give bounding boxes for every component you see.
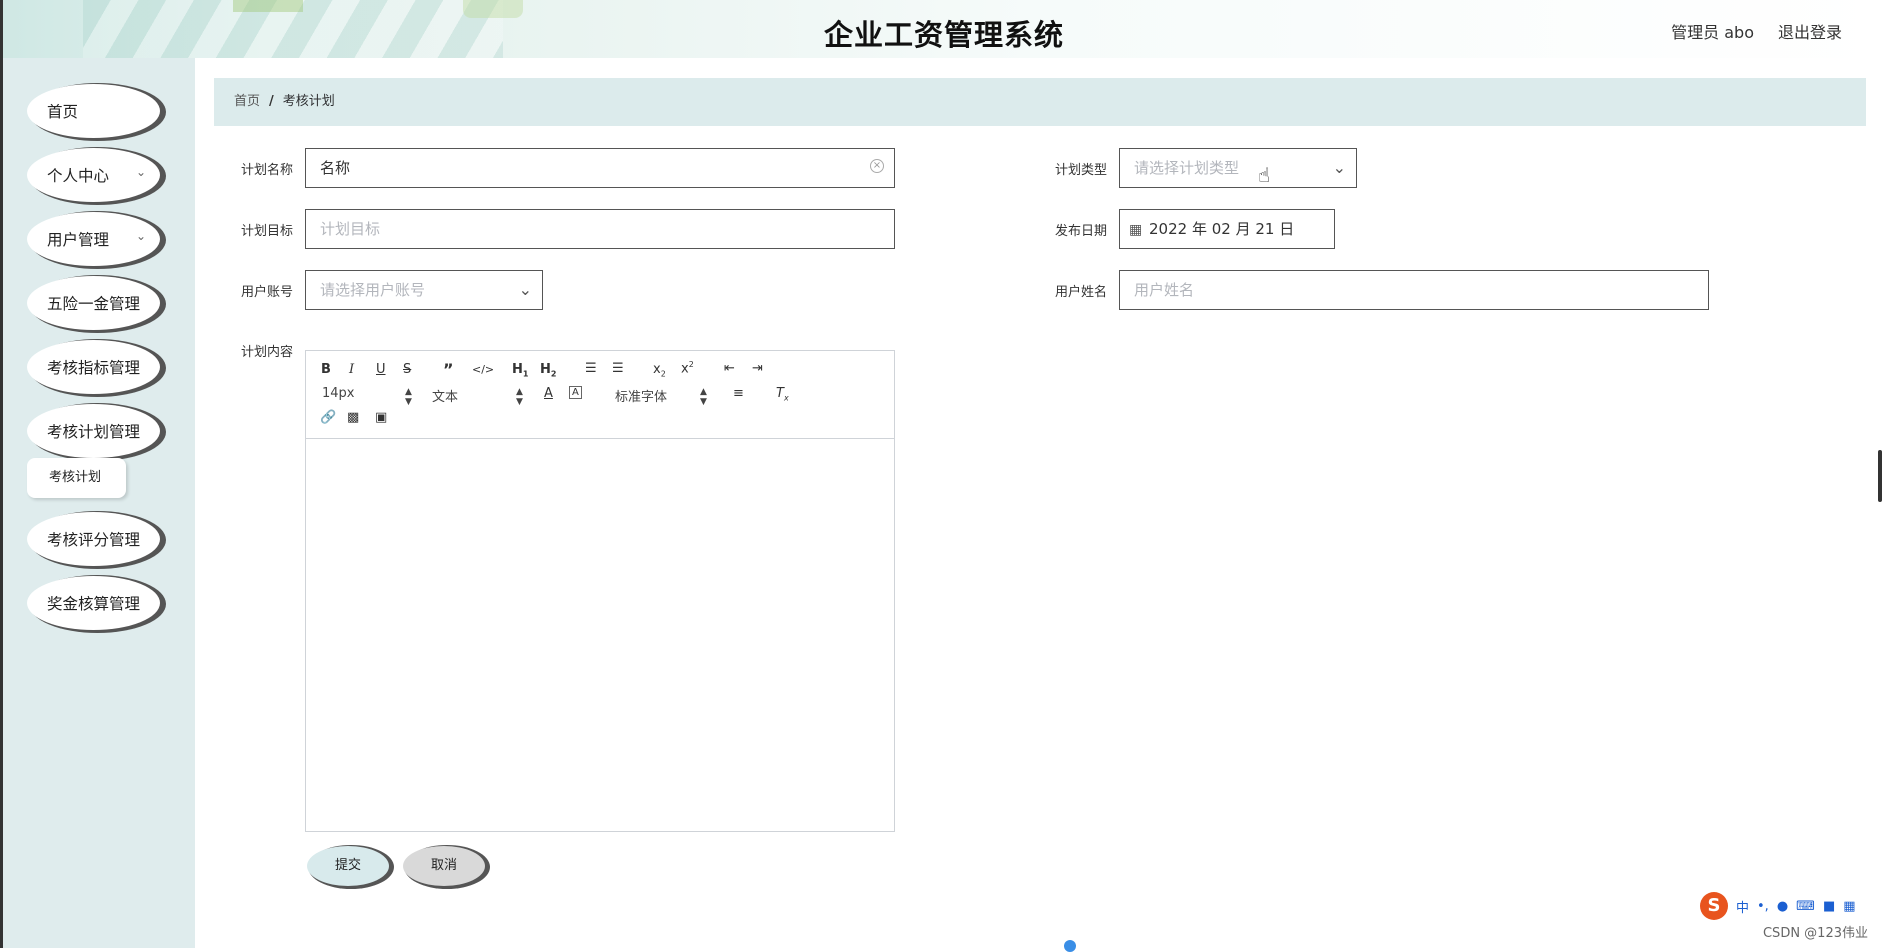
microphone-icon[interactable]: ●	[1777, 899, 1788, 914]
breadcrumb-current: 考核计划	[282, 94, 335, 109]
sidebar-item-assessment-indicators[interactable]: 考核指标管理	[27, 340, 160, 394]
sidebar-item-label: 奖金核算管理	[47, 595, 141, 613]
admin-username: 管理员 abo	[1671, 23, 1754, 42]
outdent-icon[interactable]: ⇤	[724, 361, 735, 376]
strikethrough-icon[interactable]: S	[403, 362, 411, 377]
clear-format-icon[interactable]: Tx	[776, 386, 789, 403]
user-name-label: 用户姓名	[1054, 285, 1107, 300]
heading2-icon[interactable]: H2	[540, 362, 556, 379]
cancel-button[interactable]: 取消	[403, 846, 485, 886]
header-select-value: 文本	[432, 390, 459, 405]
scrollbar-handle[interactable]	[1878, 450, 1882, 502]
plan-goal-label: 计划目标	[240, 224, 293, 239]
font-family-value: 标准字体	[615, 390, 668, 405]
link-icon[interactable]: 🔗	[320, 410, 336, 425]
submit-button[interactable]: 提交	[307, 846, 389, 886]
plan-type-label: 计划类型	[1054, 163, 1107, 178]
header-decoration	[233, 0, 303, 12]
sidebar-item-personal-center[interactable]: 个人中心 ⌄	[27, 148, 160, 202]
sidebar-item-label: 考核计划管理	[47, 423, 141, 441]
chevron-down-icon: ⌄	[518, 280, 532, 299]
sidebar-item-user-management[interactable]: 用户管理 ⌄	[27, 212, 160, 266]
bullet-list-icon[interactable]: ☰	[612, 361, 624, 376]
sidebar-item-assessment-scoring[interactable]: 考核评分管理	[27, 512, 160, 566]
breadcrumb-home[interactable]: 首页	[234, 94, 260, 109]
plan-type-placeholder: 请选择计划类型	[1134, 159, 1240, 177]
background-color-icon[interactable]: A	[569, 386, 582, 399]
sidebar-item-assessment-plan-management[interactable]: 考核计划管理	[27, 404, 160, 458]
chevron-down-icon: ⌄	[1332, 158, 1346, 177]
breadcrumb-separator: /	[269, 94, 274, 109]
sidebar-item-label: 考核指标管理	[47, 359, 141, 377]
image-icon[interactable]: ▩	[347, 410, 359, 425]
video-icon[interactable]: ▣	[375, 410, 387, 425]
heading1-icon[interactable]: H1	[512, 362, 528, 379]
align-left-icon[interactable]: ≡	[733, 386, 744, 401]
chevron-down-icon: ⌄	[135, 165, 146, 179]
sidebar-item-insurance-fund[interactable]: 五险一金管理	[27, 276, 160, 330]
hand-cursor-icon: ☝	[1258, 163, 1271, 187]
plan-name-label: 计划名称	[240, 163, 293, 178]
user-name-placeholder: 用户姓名	[1134, 281, 1195, 299]
rich-text-editor: B I U S ” </> H1 H2 ☰ ☰ x2 x2 ⇤ ⇥ 14px ▲…	[305, 350, 895, 832]
user-account-select[interactable]: 请选择用户账号 ⌄	[305, 270, 543, 310]
editor-content-area[interactable]	[306, 439, 894, 831]
ime-toolbar: S 中 •, ● ⌨ ■ ▦	[1700, 890, 1872, 922]
calendar-icon: ▦	[1129, 222, 1143, 238]
punctuation-icon[interactable]: •,	[1757, 899, 1769, 914]
sidebar-item-label: 五险一金管理	[47, 295, 141, 313]
indent-icon[interactable]: ⇥	[752, 361, 763, 376]
plan-content-label: 计划内容	[240, 345, 293, 360]
plan-name-input[interactable]: 名称 ×	[305, 148, 895, 188]
blockquote-icon[interactable]: ”	[443, 360, 454, 379]
font-color-icon[interactable]: A	[544, 386, 553, 401]
plan-goal-input[interactable]: 计划目标	[305, 209, 895, 249]
sidebar-item-label: 首页	[47, 103, 79, 121]
logout-link[interactable]: 退出登录	[1778, 19, 1842, 43]
font-family-select[interactable]: 标准字体 ▲ ▼	[615, 386, 707, 407]
sidebar-item-label: 用户管理	[47, 231, 110, 249]
italic-icon[interactable]: I	[349, 362, 354, 377]
ordered-list-icon[interactable]: ☰	[585, 361, 597, 376]
ime-language[interactable]: 中	[1736, 897, 1749, 916]
top-header: 企业工资管理系统 管理员 abo 退出登录	[0, 0, 1882, 58]
publish-date-picker[interactable]: ▦ 2022 年 02 月 21 日	[1119, 209, 1335, 249]
user-name-input[interactable]: 用户姓名	[1119, 270, 1709, 310]
clear-icon[interactable]: ×	[870, 159, 884, 173]
skin-icon[interactable]: ■	[1823, 899, 1835, 914]
sort-arrows-icon: ▲ ▼	[700, 387, 707, 407]
plan-name-value: 名称	[320, 159, 351, 177]
plan-type-select[interactable]: 请选择计划类型 ⌄	[1119, 148, 1357, 188]
editor-toolbar: B I U S ” </> H1 H2 ☰ ☰ x2 x2 ⇤ ⇥ 14px ▲…	[306, 351, 894, 439]
toolbox-icon[interactable]: ▦	[1843, 899, 1855, 914]
header-select[interactable]: 文本 ▲ ▼	[432, 386, 523, 407]
user-account-label: 用户账号	[240, 285, 293, 300]
subscript-icon[interactable]: x2	[653, 362, 666, 379]
watermark: CSDN @123伟业	[1762, 926, 1868, 941]
sort-arrows-icon: ▲ ▼	[516, 387, 523, 407]
publish-date-value: 2022 年 02 月 21 日	[1149, 220, 1295, 238]
sidebar-subitem-assessment-plan[interactable]: 考核计划	[27, 458, 126, 498]
chevron-down-icon: ⌄	[135, 229, 146, 243]
scroll-indicator-dot	[1064, 940, 1076, 952]
plan-goal-placeholder: 计划目标	[320, 220, 381, 238]
publish-date-label: 发布日期	[1054, 224, 1107, 239]
breadcrumb: 首页 / 考核计划	[214, 78, 1866, 126]
font-size-value: 14px	[322, 386, 355, 401]
app-title: 企业工资管理系统	[823, 18, 1064, 52]
font-size-select[interactable]: 14px ▲ ▼	[322, 386, 412, 407]
sidebar-item-home[interactable]: 首页	[27, 84, 160, 138]
sort-arrows-icon: ▲ ▼	[405, 387, 412, 407]
sogou-logo-icon: S	[1700, 892, 1728, 920]
bold-icon[interactable]: B	[321, 362, 331, 377]
sidebar-item-label: 考核评分管理	[47, 531, 141, 549]
sidebar-item-bonus-accounting[interactable]: 奖金核算管理	[27, 576, 160, 630]
user-account-placeholder: 请选择用户账号	[320, 281, 426, 299]
keyboard-icon[interactable]: ⌨	[1796, 899, 1815, 914]
sidebar-item-label: 个人中心	[47, 167, 110, 185]
superscript-icon[interactable]: x2	[681, 360, 694, 376]
code-block-icon[interactable]: </>	[472, 363, 494, 376]
underline-icon[interactable]: U	[376, 362, 386, 377]
